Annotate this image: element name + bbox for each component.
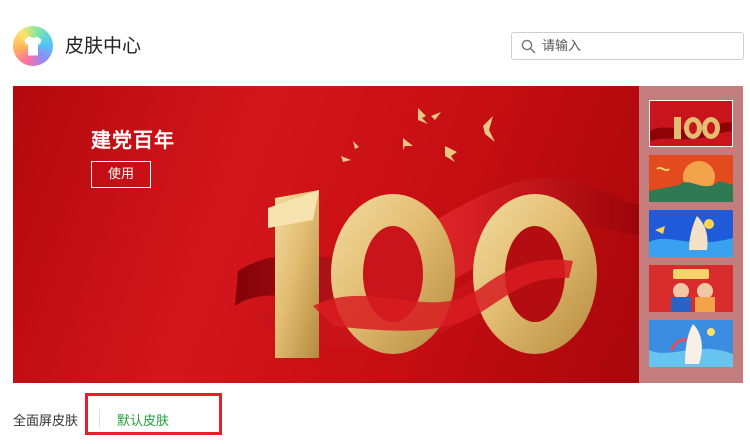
skin-thumbnail-2[interactable] [649,155,733,202]
featured-skin-title: 建党百年 [91,128,175,152]
search-input[interactable] [542,36,737,56]
skin-thumbnail-list [639,86,743,383]
skin-thumbnail-4[interactable] [649,265,733,312]
use-skin-button[interactable]: 使用 [91,161,151,188]
tshirt-icon [24,36,42,56]
skin-thumbnail-5[interactable] [649,320,733,367]
thumbnail-image [649,265,733,312]
highlight-annotation [85,393,222,435]
skin-thumbnail-3[interactable] [649,210,733,257]
page-title: 皮肤中心 [65,35,142,57]
skin-center-logo-icon [13,26,53,66]
featured-skin-banner[interactable]: 100 建党百年 使用 [13,86,639,383]
thumbnail-image [649,210,733,257]
artwork-number: 100 [13,86,15,87]
thumbnail-image [649,155,733,202]
search-box[interactable] [511,32,744,60]
tab-fullscreen-skins[interactable]: 全面屏皮肤 [13,410,78,429]
skin-thumbnail-1[interactable] [649,100,733,147]
search-icon [521,39,536,54]
header: 皮肤中心 [0,0,750,86]
thumbnail-image [649,320,733,367]
thumbnail-image [650,101,732,146]
